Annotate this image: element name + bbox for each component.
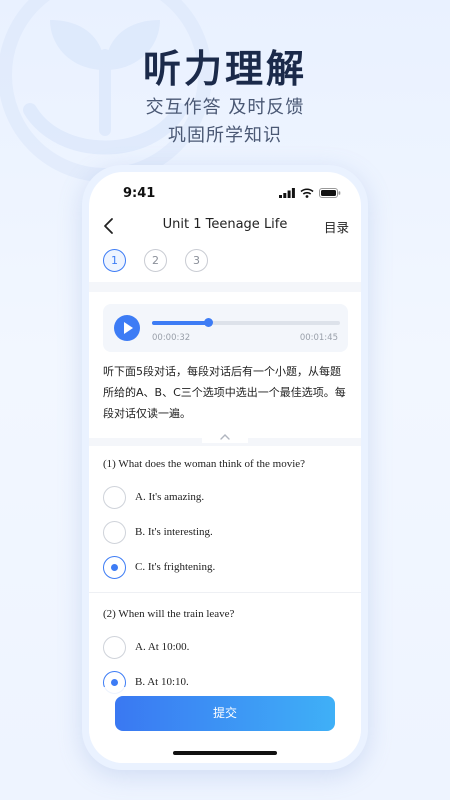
radio-button[interactable] xyxy=(103,520,126,544)
question-prompt: (2) When will the train leave? xyxy=(103,608,235,620)
home-indicator xyxy=(173,751,277,755)
step-2[interactable]: 2 xyxy=(144,249,167,272)
status-time: 9:41 xyxy=(123,186,156,201)
collapse-handle[interactable] xyxy=(202,427,248,443)
audio-progress-fill xyxy=(152,321,209,325)
option-label: C. It's frightening. xyxy=(135,561,216,573)
audio-progress-track[interactable] xyxy=(152,318,340,327)
question-stepper: 123 xyxy=(103,249,208,272)
status-bar: 9:41 xyxy=(89,172,361,216)
step-1[interactable]: 1 xyxy=(103,249,126,272)
question-prompt: (1) What does the woman think of the mov… xyxy=(103,458,306,470)
answer-option[interactable]: A. It's amazing. xyxy=(103,485,204,509)
option-label: A. It's amazing. xyxy=(135,491,205,503)
section-divider xyxy=(89,282,361,292)
page-title: Unit 1 Teenage Life xyxy=(162,217,288,232)
play-icon[interactable] xyxy=(114,315,140,341)
wifi-icon xyxy=(300,188,314,198)
answer-option[interactable]: A. At 10:00. xyxy=(103,635,189,659)
promo-subline-2: 巩固所学知识 xyxy=(168,125,282,146)
audio-player: 00:00:32 00:01:45 xyxy=(103,304,348,352)
radio-button[interactable] xyxy=(103,635,126,659)
phone-screen: 9:41 Unit 1 Teenage Life 目录 123 00:00:32… xyxy=(89,172,361,763)
answer-option[interactable]: C. It's frightening. xyxy=(103,555,215,579)
status-icons xyxy=(279,188,341,198)
audio-progress-thumb[interactable] xyxy=(204,318,214,327)
radio-button[interactable] xyxy=(103,485,126,509)
submit-button[interactable]: 提交 xyxy=(115,696,335,731)
total-time: 00:01:45 xyxy=(299,333,338,343)
step-3[interactable]: 3 xyxy=(185,249,208,272)
answer-option[interactable]: B. It's interesting. xyxy=(103,520,213,544)
chevron-up-icon xyxy=(220,434,230,440)
option-label: B. It's interesting. xyxy=(135,526,213,538)
radio-button[interactable] xyxy=(103,555,126,579)
question-divider xyxy=(89,592,361,593)
option-label: A. At 10:00. xyxy=(135,641,190,653)
promo-subline-1: 交互作答 及时反馈 xyxy=(145,97,305,118)
battery-icon xyxy=(319,188,341,198)
nav-bar: Unit 1 Teenage Life 目录 xyxy=(89,212,361,240)
promo-headline: 听力理解 xyxy=(142,47,307,91)
instructions-text: 听下面5段对话，每段对话后有一个小题，从每题所给的A、B、C三个选项中选出一个最… xyxy=(103,365,346,420)
contents-menu-button[interactable]: 目录 xyxy=(324,217,349,236)
current-time: 00:00:32 xyxy=(152,333,191,343)
signal-icon xyxy=(279,188,295,198)
